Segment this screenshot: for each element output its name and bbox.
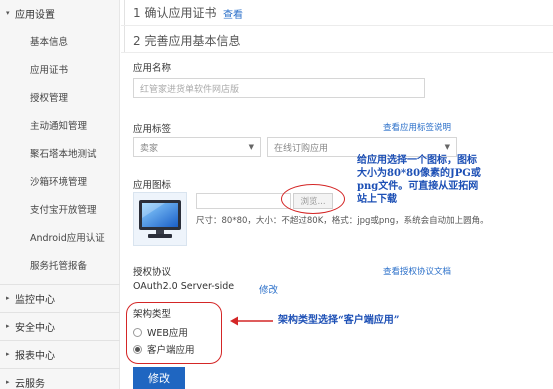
sidebar-section-label: 监控中心 <box>15 294 55 306</box>
caret-right-icon: ▸ <box>6 350 10 358</box>
sidebar: ▾ 应用设置 基本信息 应用证书 授权管理 主动通知管理 聚石塔本地测试 沙箱环… <box>0 0 120 389</box>
browse-highlight-oval <box>281 184 345 214</box>
app-tag-select-1[interactable]: 卖家 ▼ <box>133 137 261 157</box>
sidebar-section-label: 安全中心 <box>15 322 55 334</box>
auth-protocol-value: OAuth2.0 Server-side <box>133 281 235 292</box>
sidebar-item-sandbox[interactable]: 沙箱环境管理 <box>0 168 120 194</box>
auth-protocol-label: 授权协议 <box>133 267 172 278</box>
icon-file-path-input[interactable] <box>196 193 291 209</box>
step-divider <box>121 25 553 26</box>
sidebar-item-label: 主动通知管理 <box>30 121 88 132</box>
step-1-title: 1 确认应用证书 <box>133 6 217 20</box>
chevron-down-icon: ▼ <box>248 143 254 151</box>
app-tag-label: 应用标签 <box>133 124 172 135</box>
annotation-line: 给应用选择一个图标，图标 <box>357 155 477 166</box>
sidebar-section-monitor[interactable]: ▸ 监控中心 <box>0 285 120 311</box>
sidebar-section-label: 报表中心 <box>15 350 55 362</box>
auth-doc-link[interactable]: 查看授权协议文档 <box>383 265 451 277</box>
sidebar-section-label: 云服务 <box>15 378 45 389</box>
select-value: 卖家 <box>140 143 159 154</box>
caret-right-icon: ▸ <box>6 294 10 302</box>
app-icon-label: 应用图标 <box>133 180 172 191</box>
chevron-down-icon: ▼ <box>444 143 450 151</box>
sidebar-section-reports[interactable]: ▸ 报表中心 <box>0 341 120 367</box>
step-divider <box>121 52 553 53</box>
select-value: 在线订购应用 <box>274 143 329 154</box>
annotation-line: 站上下载 <box>357 194 397 205</box>
sidebar-item-notify-manage[interactable]: 主动通知管理 <box>0 112 120 138</box>
submit-button[interactable]: 修改 <box>133 367 185 389</box>
sidebar-item-label: 应用证书 <box>30 65 69 76</box>
arrow-left-icon <box>230 316 273 326</box>
sidebar-item-label: 服务托管报备 <box>30 261 88 272</box>
sidebar-section-security[interactable]: ▸ 安全中心 <box>0 313 120 339</box>
sidebar-item-label: 基本信息 <box>30 37 69 48</box>
sidebar-item-label: 沙箱环境管理 <box>30 177 88 188</box>
app-tag-help-link[interactable]: 查看应用标签说明 <box>383 121 451 133</box>
sidebar-item-app-cert[interactable]: 应用证书 <box>0 56 120 82</box>
arch-annotation: 架构类型选择“客户端应用” <box>278 315 400 326</box>
sidebar-section-app-settings[interactable]: ▾ 应用设置 <box>0 0 120 26</box>
sidebar-item-label: Android应用认证 <box>30 233 105 244</box>
annotation-line: png文件。可直接从亚拓网 <box>357 181 479 192</box>
sidebar-item-hosting[interactable]: 服务托管报备 <box>0 252 120 278</box>
step-2-title: 2 完善应用基本信息 <box>133 34 241 48</box>
caret-right-icon: ▸ <box>6 378 10 386</box>
annotation-line: 大小为80*80像素的JPG或 <box>357 168 481 179</box>
caret-right-icon: ▸ <box>6 322 10 330</box>
caret-down-icon: ▾ <box>6 9 10 17</box>
sidebar-section-label: 应用设置 <box>15 9 55 21</box>
app-icon-preview <box>133 192 187 246</box>
auth-edit-link[interactable]: 修改 <box>259 282 278 296</box>
icon-size-hint: 尺寸：80*80，大小：不超过80K，格式：jpg或png，系统会自动加上圆角。 <box>196 216 489 226</box>
sidebar-item-android-auth[interactable]: Android应用认证 <box>0 224 120 250</box>
sidebar-item-basic-info[interactable]: 基本信息 <box>0 28 120 54</box>
app-name-input[interactable]: 红管家进货单软件网店版 <box>133 78 425 98</box>
app-name-label: 应用名称 <box>133 63 172 74</box>
arch-highlight-box <box>126 302 222 364</box>
sidebar-item-auth-manage[interactable]: 授权管理 <box>0 84 120 110</box>
sidebar-item-alipay[interactable]: 支付宝开放管理 <box>0 196 120 222</box>
icon-annotation: 给应用选择一个图标，图标 大小为80*80像素的JPG或 png文件。可直接从亚… <box>357 154 481 206</box>
step-connector-line <box>124 0 125 52</box>
sidebar-item-label: 聚石塔本地测试 <box>30 149 97 160</box>
view-cert-link[interactable]: 查看 <box>223 6 243 21</box>
sidebar-item-label: 支付宝开放管理 <box>30 205 97 216</box>
monitor-icon <box>139 200 181 238</box>
main-panel: 1 确认应用证书 查看 2 完善应用基本信息 应用名称 红管家进货单软件网店版 … <box>121 0 553 389</box>
sidebar-item-jushita-test[interactable]: 聚石塔本地测试 <box>0 140 120 166</box>
sidebar-item-label: 授权管理 <box>30 93 69 104</box>
sidebar-section-cloud[interactable]: ▸ 云服务 <box>0 369 120 389</box>
